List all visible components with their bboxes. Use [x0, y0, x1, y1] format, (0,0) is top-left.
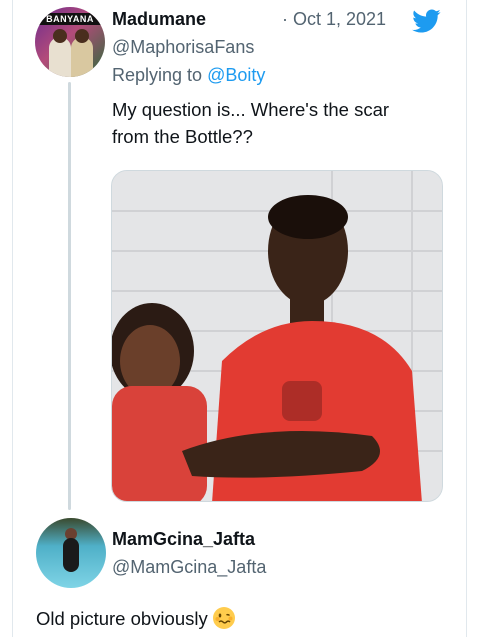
tweet2-author-name[interactable]: MamGcina_Jafta: [112, 529, 255, 550]
tweet1-photo[interactable]: [111, 170, 443, 502]
avatar-mamgcina[interactable]: [36, 518, 106, 588]
tweet1-date[interactable]: · Oct 1, 2021: [282, 9, 386, 30]
tweet1-author-name[interactable]: Madumane: [112, 9, 206, 30]
tweet2-text-content: Old picture obviously: [36, 608, 208, 629]
twitter-bird-icon[interactable]: [409, 6, 443, 36]
tweet1-text-line2: from the Bottle??: [112, 126, 253, 147]
tweet1-replying-to: Replying to @Boity: [112, 65, 265, 86]
avatar-banner-text: BANYANA: [35, 13, 105, 25]
photo-two-people-icon: [112, 171, 442, 501]
woozy-face-icon: [212, 607, 235, 629]
tweet1-author-handle[interactable]: @MaphorisaFans: [112, 37, 254, 58]
tweet2-text: Old picture obviously: [36, 605, 236, 632]
replying-to-label: Replying to: [112, 65, 208, 85]
tweet1-text: My question is... Where's the scar from …: [112, 96, 389, 150]
tweet1-text-line1: My question is... Where's the scar: [112, 99, 390, 120]
thread-connector-line: [68, 82, 71, 510]
avatar-madumane[interactable]: BANYANA: [35, 7, 105, 77]
tweet2-author-handle[interactable]: @MamGcina_Jafta: [112, 557, 266, 578]
replying-to-mention-link[interactable]: @Boity: [207, 65, 265, 85]
